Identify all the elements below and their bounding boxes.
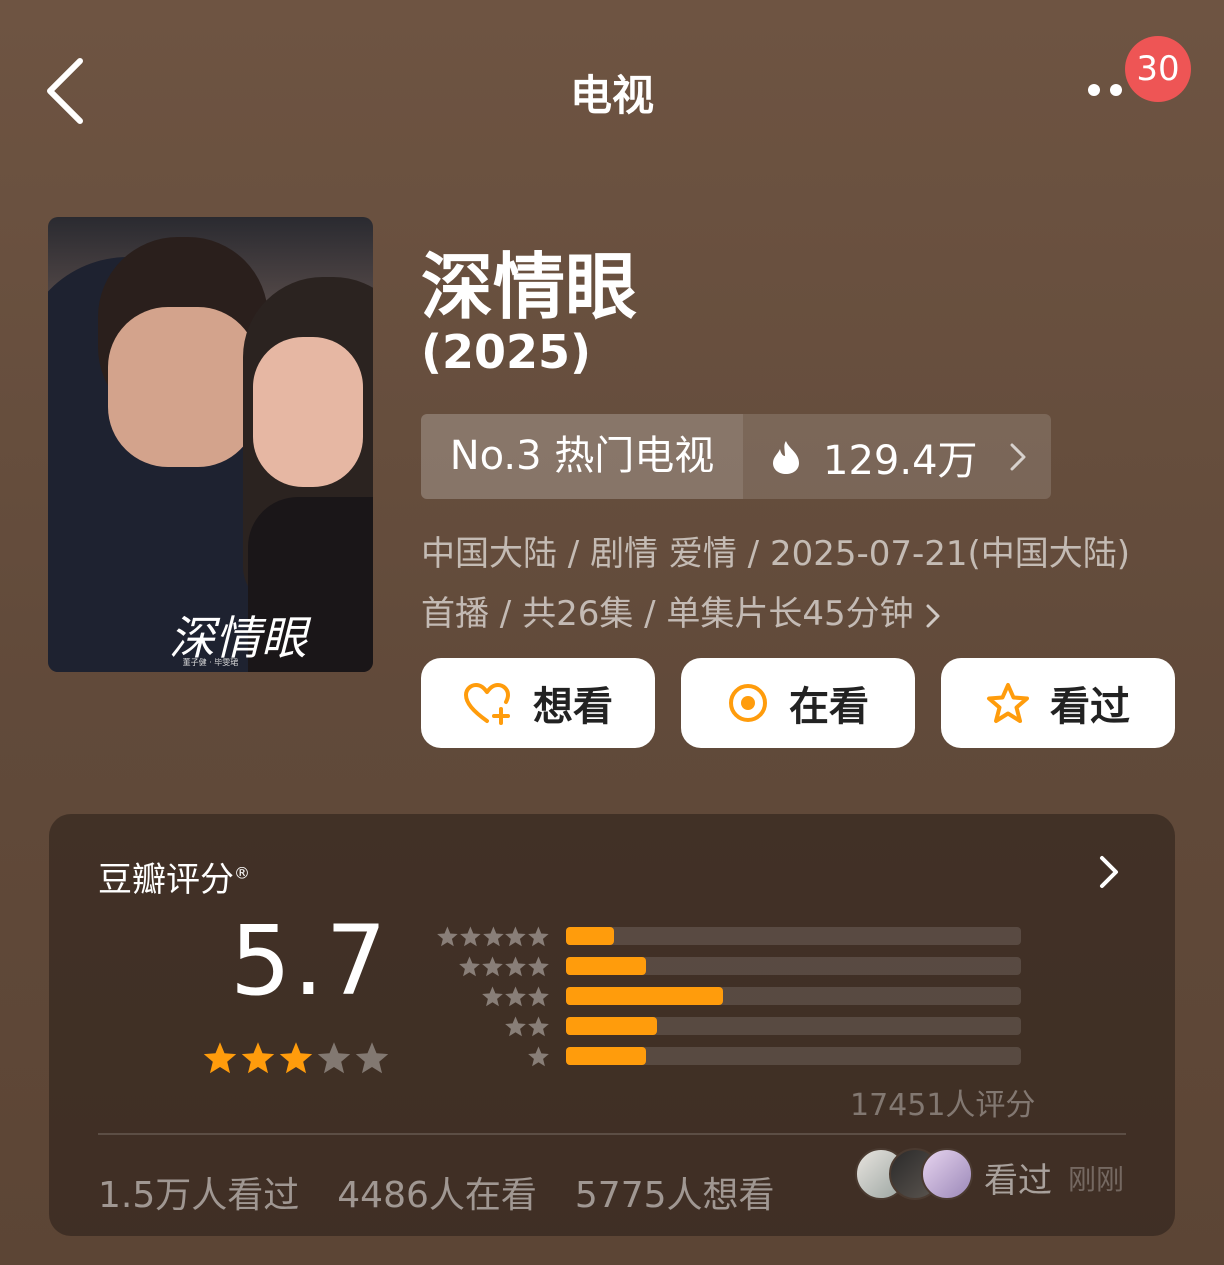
watched-label: 看过 — [1050, 684, 1130, 730]
rating-row-2-star — [436, 1015, 1021, 1038]
chevron-right-icon — [1010, 443, 1026, 470]
stat-watched[interactable]: 1.5万人看过 — [98, 1175, 299, 1216]
poster-credits: 董子健 · 毕雯珺 — [182, 658, 239, 667]
star-icon — [505, 1015, 526, 1036]
star-icon — [528, 1045, 549, 1066]
poster-figure-1-face — [108, 307, 258, 467]
rating-bar-track — [566, 987, 1021, 1005]
star-icon — [459, 955, 480, 976]
rating-row-3-star — [436, 985, 1021, 1008]
rating-bar-fill — [566, 957, 646, 975]
notification-badge[interactable]: 30 — [1125, 36, 1191, 102]
star-icon — [482, 985, 503, 1006]
meta-line-2-link[interactable]: 首播 / 共26集 / 单集片长45分钟 — [421, 586, 942, 635]
star-filled-icon — [279, 1042, 313, 1074]
star-icon — [528, 926, 549, 946]
rating-stars — [202, 1040, 390, 1076]
rating-row-stars — [436, 925, 550, 948]
watched-button[interactable]: 看过 — [941, 658, 1175, 748]
star-icon — [437, 926, 458, 946]
star-icon — [505, 985, 526, 1006]
star-icon — [482, 955, 503, 976]
rating-bar-track — [566, 957, 1021, 975]
rating-bar-track — [566, 1047, 1021, 1065]
rank-bar: No.3 热门电视 129.4万 — [421, 414, 1051, 499]
poster-image[interactable]: 深情眼 董子健 · 毕雯珺 — [48, 217, 373, 672]
activity-action: 看过 — [984, 1161, 1052, 1201]
rating-label-text: 豆瓣评分 — [98, 860, 234, 900]
stats-row: 1.5万人看过 4486人在看 5775人想看 — [98, 1166, 813, 1218]
rating-bar-fill — [566, 927, 614, 945]
rating-score: 5.7 — [230, 905, 389, 1017]
star-empty-icon — [317, 1042, 351, 1074]
star-icon — [482, 926, 504, 946]
rating-row-stars — [436, 985, 550, 1008]
raters-count: 17451人评分 — [850, 1088, 1036, 1123]
show-title: 深情眼 — [421, 245, 638, 329]
page-title: 电视 — [569, 71, 654, 120]
star-icon — [505, 955, 526, 976]
rating-detail-link[interactable] — [1094, 852, 1124, 892]
divider — [98, 1133, 1126, 1135]
poster-figure-2-face — [253, 337, 363, 487]
star-filled-icon — [203, 1042, 237, 1074]
rating-row-1-star — [436, 1045, 1021, 1068]
rating-bar-fill — [566, 1047, 646, 1065]
rating-row-5-star — [436, 925, 1021, 948]
star-empty-icon — [355, 1042, 389, 1074]
star-icon — [505, 926, 527, 946]
registered-mark: ® — [234, 863, 250, 883]
flame-icon — [773, 440, 799, 474]
more-dots-icon-2 — [1110, 84, 1122, 96]
meta-line-1: 中国大陆 / 剧情 爱情 / 2025-07-21(中国大陆) — [421, 534, 1131, 574]
target-icon — [729, 684, 767, 722]
rating-bar-fill — [566, 1017, 657, 1035]
watching-button[interactable]: 在看 — [681, 658, 915, 748]
chevron-right-icon — [926, 604, 940, 627]
watching-label: 在看 — [789, 684, 869, 730]
activity-time: 刚刚 — [1068, 1163, 1125, 1196]
friend-avatars[interactable] — [855, 1148, 975, 1200]
star-icon — [528, 1015, 549, 1036]
rating-bar-track — [566, 1017, 1021, 1035]
rating-row-4-star — [436, 955, 1021, 978]
stat-watching[interactable]: 4486人在看 — [337, 1175, 537, 1216]
more-dots-icon — [1088, 84, 1100, 96]
star-icon — [528, 985, 549, 1006]
star-icon — [459, 926, 481, 946]
want-to-watch-button[interactable]: 想看 — [421, 658, 655, 748]
avatar — [921, 1148, 973, 1200]
meta-line-2: 首播 / 共26集 / 单集片长45分钟 — [421, 594, 914, 634]
want-label: 想看 — [533, 684, 613, 730]
rating-label: 豆瓣评分® — [98, 852, 250, 901]
stat-want[interactable]: 5775人想看 — [575, 1175, 775, 1216]
heat-link[interactable]: 129.4万 — [743, 414, 1051, 499]
star-icon — [528, 955, 549, 976]
rating-bar-fill — [566, 987, 723, 1005]
rating-row-stars — [436, 1045, 550, 1068]
chevron-right-icon — [1100, 856, 1118, 888]
rank-label[interactable]: No.3 热门电视 — [421, 414, 743, 499]
more-button[interactable] — [1082, 72, 1132, 108]
star-outline-icon — [987, 683, 1029, 723]
star-filled-icon — [241, 1042, 275, 1074]
show-year: (2025) — [421, 325, 592, 379]
rating-row-stars — [436, 1015, 550, 1038]
heart-plus-icon — [464, 683, 510, 725]
heat-value: 129.4万 — [823, 437, 978, 484]
rating-bar-track — [566, 927, 1021, 945]
rating-row-stars — [436, 955, 550, 978]
